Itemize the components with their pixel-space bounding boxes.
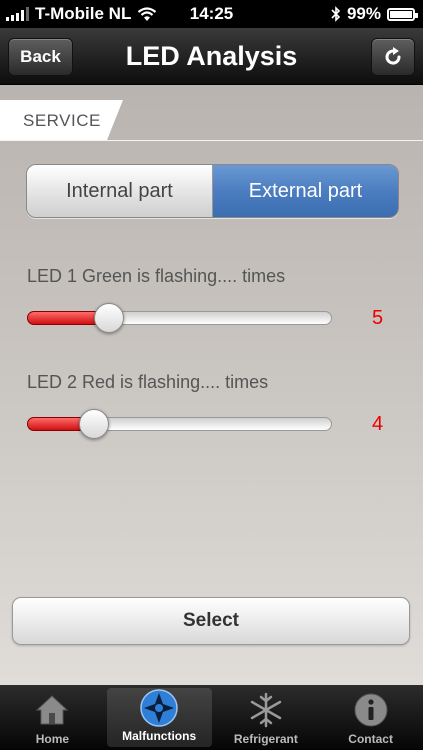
home-icon bbox=[32, 690, 72, 730]
refresh-button[interactable] bbox=[371, 38, 415, 76]
tab-contact[interactable]: Contact bbox=[318, 685, 423, 750]
led1-count: 5 bbox=[372, 307, 384, 329]
segment-external-part[interactable]: External part bbox=[213, 165, 398, 217]
back-button[interactable]: Back bbox=[8, 38, 73, 76]
section-tab: SERVICE bbox=[0, 100, 123, 140]
tab-label: Refrigerant bbox=[233, 732, 298, 746]
status-right: 99% bbox=[331, 4, 418, 24]
nav-bar: LED Analysis Back bbox=[0, 28, 423, 85]
led2-label: LED 2 Red is flashing.... times bbox=[27, 372, 269, 392]
tab-label: Home bbox=[35, 732, 70, 746]
tab-label: Contact bbox=[348, 732, 393, 746]
battery-percent: 99% bbox=[346, 4, 381, 23]
snowflake-icon bbox=[246, 690, 286, 730]
slider-thumb[interactable] bbox=[94, 303, 124, 333]
led1-label: LED 1 Green is flashing.... times bbox=[27, 266, 286, 286]
content-area: SERVICE Internal part External part LED … bbox=[0, 85, 423, 685]
part-segmented-control: Internal part External part bbox=[26, 164, 399, 218]
tab-home[interactable]: Home bbox=[0, 685, 105, 750]
section-label: SERVICE bbox=[23, 111, 101, 130]
refresh-icon bbox=[385, 47, 401, 65]
section-divider bbox=[0, 140, 423, 141]
select-button[interactable]: Select bbox=[12, 597, 410, 645]
slider-thumb[interactable] bbox=[79, 409, 109, 439]
led2-slider[interactable] bbox=[27, 409, 332, 439]
info-icon bbox=[351, 690, 391, 730]
segment-internal-part[interactable]: Internal part bbox=[27, 165, 213, 217]
battery-icon bbox=[387, 7, 418, 21]
led1-slider[interactable] bbox=[27, 303, 332, 333]
tab-malfunctions[interactable]: Malfunctions bbox=[106, 688, 212, 747]
bluetooth-icon bbox=[331, 6, 341, 22]
tab-label: Malfunctions bbox=[122, 729, 197, 743]
status-bar: T-Mobile NL 14:25 99% bbox=[0, 0, 423, 28]
led2-count: 4 bbox=[372, 413, 384, 435]
tab-bar: Home Malfunctions Refrigerant Contact bbox=[0, 685, 423, 750]
tab-refrigerant[interactable]: Refrigerant bbox=[214, 685, 319, 750]
malfunctions-icon bbox=[139, 688, 179, 727]
